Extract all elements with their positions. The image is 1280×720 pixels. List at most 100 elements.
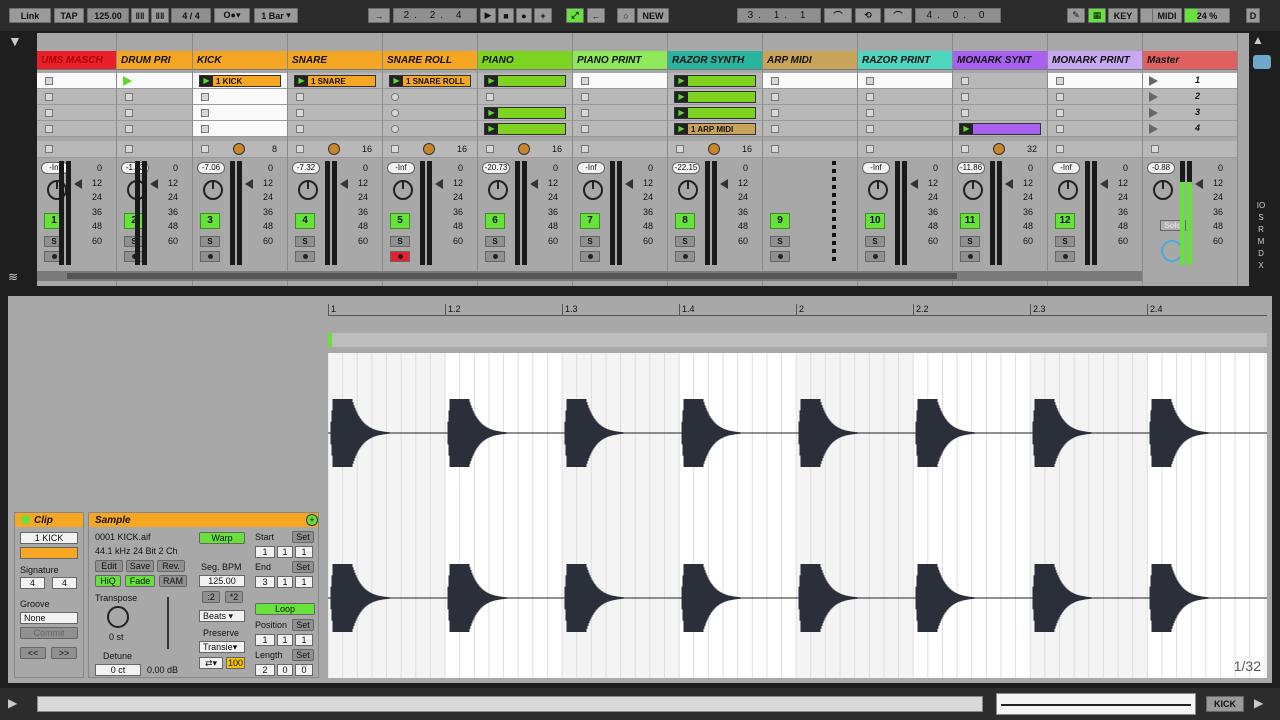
slot-play-icon[interactable]	[123, 76, 132, 86]
clip-sig-num[interactable]: 4	[20, 577, 45, 589]
waveform-display[interactable]: 1/32	[328, 353, 1267, 678]
volume-fader[interactable]	[720, 161, 728, 265]
stop-icon[interactable]: ■	[498, 8, 514, 23]
loop-length-field[interactable]: 4. 0. 0	[915, 8, 1001, 23]
groove-dropdown[interactable]: None	[20, 612, 78, 624]
slot-stop-icon[interactable]	[125, 93, 133, 101]
clip-slot[interactable]	[478, 89, 572, 105]
slot-stop-icon[interactable]	[866, 77, 874, 85]
arm-button[interactable]	[580, 251, 600, 262]
track-activator-button[interactable]: 8	[675, 213, 695, 229]
automation-arm-icon[interactable]: ⤢	[566, 8, 584, 23]
arm-button[interactable]	[295, 251, 315, 262]
clip-launch-icon[interactable]: ▶	[675, 92, 688, 102]
volume-fader[interactable]	[910, 161, 918, 265]
slot-stop-icon[interactable]	[1056, 77, 1064, 85]
metronome-button[interactable]: O●▾	[214, 8, 250, 23]
clip-slot[interactable]	[193, 89, 287, 105]
clip-slot[interactable]	[117, 105, 192, 121]
clip[interactable]: ▶ 1 ARP MIDI	[674, 123, 756, 135]
clip-slot[interactable]	[383, 105, 477, 121]
clip-slot[interactable]	[288, 89, 382, 105]
send-knob-icon[interactable]	[423, 143, 435, 155]
solo-button[interactable]: S	[865, 236, 885, 247]
pan-knob[interactable]	[1153, 180, 1173, 200]
track-header[interactable]: PIANO	[478, 51, 572, 70]
prev-clip-button[interactable]: <<	[20, 647, 46, 659]
back-to-arrangement-icon[interactable]: ←	[587, 8, 605, 23]
detune-field[interactable]: 0 ct	[95, 664, 141, 676]
stop-clips-icon[interactable]	[771, 145, 779, 153]
follow-icon[interactable]: →	[368, 8, 390, 23]
warp-mode-dropdown[interactable]: Beats ▾	[199, 610, 245, 622]
punch-out-icon[interactable]: ⌒	[884, 8, 912, 23]
clip-name-field[interactable]: 1 KICK	[20, 532, 78, 544]
slot-stop-icon[interactable]	[45, 125, 53, 133]
clip-launch-icon[interactable]: ▶	[675, 108, 688, 118]
volume-fader[interactable]	[435, 161, 443, 265]
start-sixteenth[interactable]: 1	[295, 546, 313, 558]
collapse-right-icon[interactable]: ▲	[1252, 33, 1272, 49]
slot-stop-icon[interactable]	[391, 93, 399, 101]
browser-toggle-icon[interactable]	[1253, 55, 1271, 69]
arm-button[interactable]	[200, 251, 220, 262]
track-header[interactable]: DRUM PRI	[117, 51, 192, 70]
clip-slot[interactable]	[1048, 121, 1142, 137]
pan-knob[interactable]	[393, 180, 413, 200]
volume-field[interactable]: -0.88	[1147, 162, 1175, 174]
punch-in-icon[interactable]: ⌒	[824, 8, 852, 23]
fade-button[interactable]: Fade	[125, 575, 155, 587]
track-activator-button[interactable]: 4	[295, 213, 315, 229]
slot-stop-icon[interactable]	[1056, 109, 1064, 117]
stop-clips-icon[interactable]	[391, 145, 399, 153]
clip-slot[interactable]: ▶	[668, 105, 762, 121]
volume-fader[interactable]	[1005, 161, 1013, 265]
sample-expand-icon[interactable]: +	[306, 514, 318, 526]
clip-slot[interactable]	[288, 105, 382, 121]
arm-button[interactable]	[485, 251, 505, 262]
expand-detail-icon[interactable]: ▶	[8, 696, 28, 712]
overdub-icon[interactable]: +	[534, 8, 552, 23]
slot-stop-icon[interactable]	[581, 125, 589, 133]
volume-fader[interactable]	[150, 161, 158, 265]
clip-launch-icon[interactable]: ▶	[675, 76, 688, 86]
slot-stop-icon[interactable]	[391, 125, 399, 133]
time-signature-field[interactable]: 4 / 4	[171, 8, 211, 23]
slot-stop-icon[interactable]	[201, 125, 209, 133]
position-set-button[interactable]: Set	[292, 619, 314, 631]
volume-field[interactable]: -20.73	[482, 162, 510, 174]
pan-knob[interactable]	[488, 180, 508, 200]
track-activator-button[interactable]: 10	[865, 213, 885, 229]
mixer-section-toggles[interactable]: IO S R M D X	[1252, 200, 1270, 270]
volume-field[interactable]: -Inf	[862, 162, 890, 174]
track-activator-button[interactable]: 12	[1055, 213, 1075, 229]
solo-button[interactable]: S	[770, 236, 790, 247]
slot-stop-icon[interactable]	[125, 125, 133, 133]
track-header[interactable]: RAZOR SYNTH	[668, 51, 762, 70]
pan-knob[interactable]	[203, 180, 223, 200]
scene-launch-icon[interactable]	[1149, 108, 1158, 118]
volume-fader[interactable]	[245, 161, 253, 265]
track-header[interactable]: KICK	[193, 51, 287, 70]
position-beat[interactable]: 1	[277, 634, 293, 646]
clip-slot[interactable]: ▶ 1 SNARE	[288, 73, 382, 89]
length-beat[interactable]: 0	[277, 664, 293, 676]
draw-mode-icon[interactable]: ✎	[1067, 8, 1085, 23]
position-bar[interactable]: 1	[255, 634, 275, 646]
clip-slot[interactable]	[953, 73, 1047, 89]
solo-button[interactable]: S	[295, 236, 315, 247]
envelope-amount-field[interactable]: 100	[226, 657, 245, 669]
clip-slot[interactable]: ▶	[953, 121, 1047, 137]
clip-launch-icon[interactable]: ▶	[960, 124, 973, 134]
slot-stop-icon[interactable]	[201, 109, 209, 117]
clip-slot[interactable]	[763, 105, 857, 121]
track-activator-button[interactable]: 3	[200, 213, 220, 229]
clip-launch-icon[interactable]: ▶	[485, 76, 498, 86]
clip-slot[interactable]	[117, 73, 192, 89]
track-activator-button[interactable]: 9	[770, 213, 790, 229]
slot-stop-icon[interactable]	[866, 109, 874, 117]
arm-button[interactable]	[390, 251, 410, 262]
clip[interactable]: ▶	[484, 75, 566, 87]
clip[interactable]: ▶ 1 KICK	[199, 75, 281, 87]
midi-map-button[interactable]: MIDI	[1152, 8, 1182, 23]
